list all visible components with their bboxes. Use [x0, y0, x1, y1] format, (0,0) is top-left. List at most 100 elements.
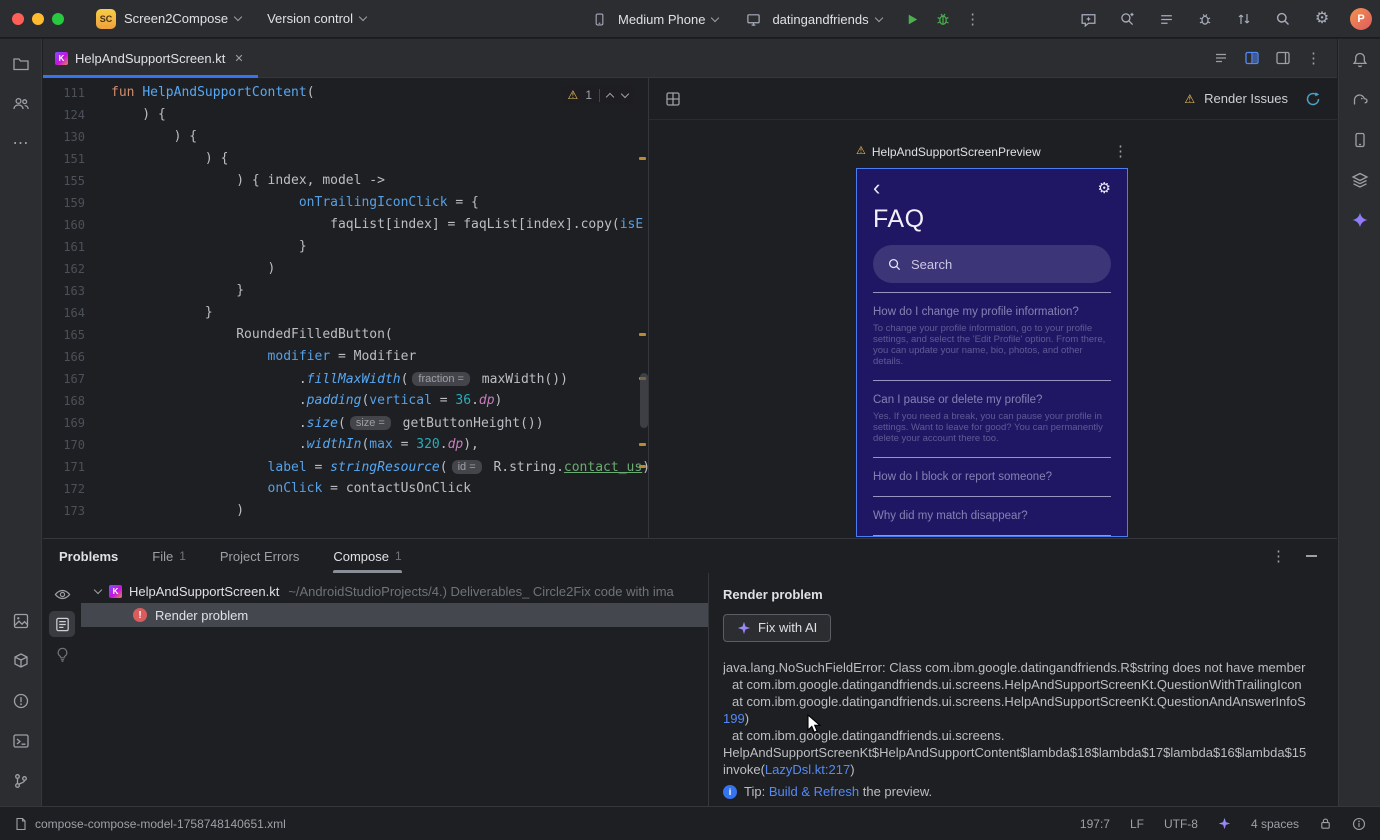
- code-line[interactable]: 155 ) { index, model ->: [43, 170, 648, 192]
- details-view-icon[interactable]: [49, 611, 75, 637]
- line-number[interactable]: 111: [43, 82, 85, 104]
- warning-stripe-mark[interactable]: [639, 465, 646, 468]
- build-refresh-link[interactable]: Build & Refresh: [769, 784, 859, 799]
- app-menu-dropdown[interactable]: Screen2Compose: [124, 0, 243, 38]
- version-control-icon[interactable]: [8, 768, 34, 794]
- render-issues-label[interactable]: Render Issues: [1204, 91, 1288, 106]
- code-line[interactable]: 161 }: [43, 236, 648, 258]
- profile-avatar[interactable]: P: [1350, 8, 1372, 30]
- line-number[interactable]: 159: [43, 192, 85, 214]
- fix-with-ai-button[interactable]: Fix with AI: [723, 614, 832, 642]
- project-folder-icon[interactable]: [8, 51, 34, 77]
- more-tool-windows-icon[interactable]: ⋯: [8, 131, 34, 157]
- line-number[interactable]: 163: [43, 280, 85, 302]
- preview-layout-icon[interactable]: [665, 91, 681, 107]
- run-config-dropdown[interactable]: datingandfriends: [772, 0, 883, 38]
- phone-preview[interactable]: ‹ ⚙ FAQ Search How do I change my profil…: [856, 168, 1128, 537]
- panel-options-icon[interactable]: ⋮: [1271, 549, 1286, 564]
- warning-stripe-mark[interactable]: [639, 443, 646, 446]
- more-icon[interactable]: ⋮: [1306, 51, 1321, 66]
- editor-tab[interactable]: K HelpAndSupportScreen.kt ✕: [43, 39, 258, 78]
- file-encoding[interactable]: UTF-8: [1164, 817, 1198, 831]
- code-line[interactable]: 168 .padding(vertical = 36.dp): [43, 390, 648, 412]
- line-number[interactable]: 169: [43, 412, 85, 434]
- editor-layout-icon[interactable]: [1275, 50, 1291, 66]
- device-selector-dropdown[interactable]: Medium Phone: [618, 0, 720, 38]
- more-run-options-button[interactable]: ⋮: [962, 8, 984, 30]
- tree-file-row[interactable]: K HelpAndSupportScreen.kt ~/AndroidStudi…: [81, 579, 708, 603]
- ai-chat-icon[interactable]: [1077, 8, 1099, 30]
- code-line[interactable]: 166 modifier = Modifier: [43, 346, 648, 368]
- editor-scrollbar[interactable]: [640, 373, 648, 428]
- line-number[interactable]: 124: [43, 104, 85, 126]
- layers-icon[interactable]: [1351, 171, 1369, 189]
- resource-manager-icon[interactable]: [8, 608, 34, 634]
- preview-card-title[interactable]: HelpAndSupportScreenPreview: [872, 145, 1107, 159]
- build-refresh-icon[interactable]: [1305, 91, 1321, 107]
- debug-button[interactable]: [932, 8, 954, 30]
- code-line[interactable]: 160 faqList[index] = faqList[index].copy…: [43, 214, 648, 236]
- tab-file[interactable]: File 1: [152, 539, 186, 573]
- notifications-icon[interactable]: [1351, 51, 1369, 69]
- todo-list-icon[interactable]: [1155, 8, 1177, 30]
- close-window-button[interactable]: [12, 12, 24, 25]
- preview-menu-icon[interactable]: ⋮: [1113, 144, 1128, 159]
- zoom-window-button[interactable]: [52, 12, 64, 25]
- line-number[interactable]: 165: [43, 324, 85, 346]
- terminal-icon[interactable]: [8, 728, 34, 754]
- line-number[interactable]: 164: [43, 302, 85, 324]
- warning-stripe-mark[interactable]: [639, 157, 646, 160]
- code-line[interactable]: 167 .fillMaxWidth(fraction = maxWidth()): [43, 368, 648, 390]
- vcs-update-icon[interactable]: [1233, 8, 1255, 30]
- tree-problem-row[interactable]: ! Render problem: [81, 603, 708, 627]
- problems-panel-title[interactable]: Problems: [59, 549, 118, 564]
- gemini-icon[interactable]: [1351, 211, 1369, 229]
- line-number[interactable]: 168: [43, 390, 85, 412]
- code-line[interactable]: 159 onTrailingIconClick = {: [43, 192, 648, 214]
- ai-search-icon[interactable]: [1116, 8, 1138, 30]
- search-everywhere-icon[interactable]: [1272, 8, 1294, 30]
- minimize-window-button[interactable]: [32, 12, 44, 25]
- close-tab-icon[interactable]: ✕: [234, 52, 243, 65]
- editor-list-icon[interactable]: [1213, 50, 1229, 66]
- indent-setting[interactable]: 4 spaces: [1251, 817, 1299, 831]
- hide-panel-icon[interactable]: [1306, 555, 1317, 557]
- code-line[interactable]: 162 ): [43, 258, 648, 280]
- ai-debug-icon[interactable]: [1194, 8, 1216, 30]
- lock-icon[interactable]: [1319, 817, 1332, 830]
- warning-stripe-mark[interactable]: [639, 333, 646, 336]
- line-number[interactable]: 162: [43, 258, 85, 280]
- code-line[interactable]: 170 .widthIn(max = 320.dp),: [43, 434, 648, 456]
- code-line[interactable]: 130 ) {: [43, 126, 648, 148]
- line-number[interactable]: 173: [43, 500, 85, 522]
- line-number[interactable]: 166: [43, 346, 85, 368]
- code-line[interactable]: 164 }: [43, 302, 648, 324]
- line-number[interactable]: 151: [43, 148, 85, 170]
- line-number[interactable]: 155: [43, 170, 85, 192]
- code-line[interactable]: 165 RoundedFilledButton(: [43, 324, 648, 346]
- preview-eye-icon[interactable]: [49, 581, 75, 607]
- version-control-dropdown[interactable]: Version control: [267, 0, 368, 38]
- split-editor-icon[interactable]: [1244, 50, 1260, 66]
- quick-fix-bulb-icon[interactable]: [49, 641, 75, 667]
- code-line[interactable]: 169 .size(size = getButtonHeight()): [43, 412, 648, 434]
- running-devices-icon[interactable]: [1351, 131, 1369, 149]
- line-number[interactable]: 171: [43, 456, 85, 478]
- ai-assistant-status-icon[interactable]: [1218, 817, 1231, 830]
- line-number[interactable]: 167: [43, 368, 85, 390]
- gradle-icon[interactable]: [1351, 91, 1369, 109]
- stack-link[interactable]: 199: [723, 711, 745, 726]
- line-separator[interactable]: LF: [1130, 817, 1144, 831]
- problems-icon[interactable]: [8, 688, 34, 714]
- tab-compose[interactable]: Compose 1: [333, 539, 403, 573]
- build-icon[interactable]: [8, 648, 34, 674]
- tab-project-errors[interactable]: Project Errors: [220, 539, 299, 573]
- previous-warning-icon[interactable]: [605, 92, 615, 102]
- code-line[interactable]: 163 }: [43, 280, 648, 302]
- line-number[interactable]: 130: [43, 126, 85, 148]
- settings-icon[interactable]: ⚙: [1311, 8, 1333, 30]
- line-number[interactable]: 170: [43, 434, 85, 456]
- stack-link[interactable]: LazyDsl.kt:217: [765, 762, 850, 777]
- code-line[interactable]: 111 fun HelpAndSupportContent(: [43, 82, 648, 104]
- line-number[interactable]: 160: [43, 214, 85, 236]
